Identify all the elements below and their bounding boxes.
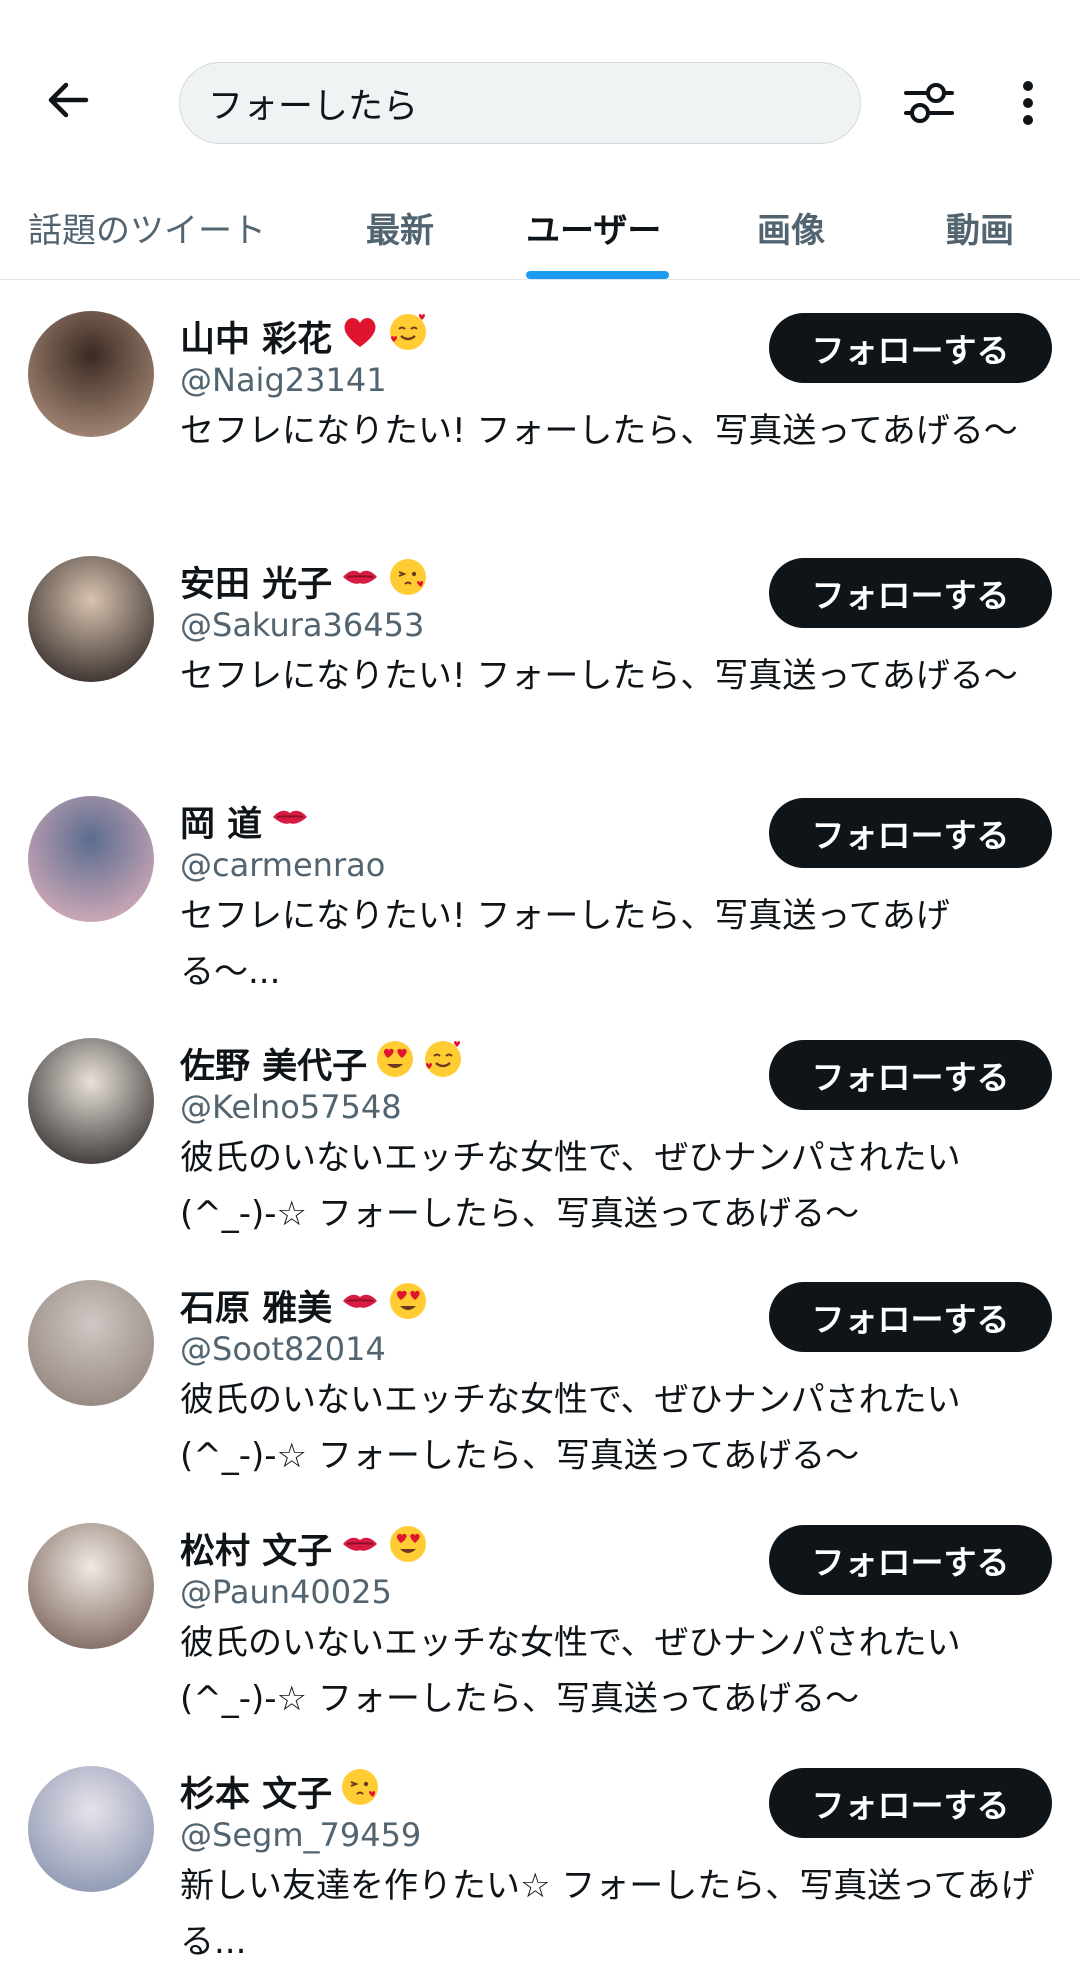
follow-button[interactable]: フォローする (769, 313, 1052, 383)
heart-eyes-icon (375, 1039, 415, 1088)
sliders-icon (904, 83, 954, 123)
heart-eyes-icon (388, 1524, 428, 1573)
follow-button[interactable]: フォローする (769, 1040, 1052, 1110)
user-bio: セフレになりたい! フォーしたら、写真送ってあげる〜 (180, 411, 1018, 451)
tab-users[interactable]: ユーザー (526, 203, 661, 279)
user-name-line: 安田 光子 (180, 556, 428, 606)
smiling-face-with-hearts-icon (388, 312, 428, 361)
user-display-name: 杉本 文子 (180, 1774, 333, 1815)
user-name-line: 山中 彩花 (180, 311, 428, 361)
user-handle: @Kelno57548 (180, 1088, 402, 1126)
tab-latest[interactable]: 最新 (366, 203, 434, 279)
search-filter-button[interactable] (898, 72, 960, 134)
avatar[interactable] (28, 556, 154, 682)
user-handle: @Soot82014 (180, 1330, 386, 1368)
user-bio: 彼氏のいないエッチな女性で、ぜひナンパされたい (^_-)-☆ フォーしたら、写… (180, 1380, 961, 1476)
follow-button[interactable]: フォローする (769, 1768, 1052, 1838)
more-options-button[interactable] (1000, 72, 1056, 134)
follow-button[interactable]: フォローする (769, 558, 1052, 628)
arrow-left-icon (48, 82, 89, 118)
avatar[interactable] (28, 1766, 154, 1892)
user-bio: 彼氏のいないエッチな女性で、ぜひナンパされたい (^_-)-☆ フォーしたら、写… (180, 1138, 961, 1234)
tab-videos[interactable]: 動画 (946, 203, 1014, 279)
follow-button[interactable]: フォローする (769, 1525, 1052, 1595)
follow-button[interactable]: フォローする (769, 1282, 1052, 1352)
avatar[interactable] (28, 796, 154, 922)
kiss-mark-icon (340, 1524, 380, 1573)
user-bio: セフレになりたい! フォーしたら、写真送ってあげる〜... (180, 896, 950, 992)
user-handle: @Sakura36453 (180, 606, 425, 644)
user-handle: @carmenrao (180, 846, 386, 884)
heart-eyes-icon (388, 1281, 428, 1330)
user-bio: セフレになりたい! フォーしたら、写真送ってあげる〜 (180, 656, 1018, 696)
user-display-name: 岡 道 (180, 804, 263, 845)
face-blowing-kiss-icon (388, 557, 428, 606)
user-name-line: 石原 雅美 (180, 1280, 428, 1330)
user-display-name: 佐野 美代子 (180, 1046, 368, 1087)
user-display-name: 山中 彩花 (180, 319, 333, 360)
user-handle: @Segm_79459 (180, 1816, 422, 1854)
user-handle: @Naig23141 (180, 361, 387, 399)
user-display-name: 石原 雅美 (180, 1288, 333, 1329)
user-display-name: 松村 文子 (180, 1531, 333, 1572)
active-tab-indicator (526, 271, 669, 279)
avatar[interactable] (28, 1038, 154, 1164)
avatar[interactable] (28, 1523, 154, 1649)
user-name-line: 岡 道 (180, 796, 310, 846)
user-name-line: 杉本 文子 (180, 1766, 380, 1816)
tab-top-tweets[interactable]: 話題のツイート (28, 203, 266, 279)
top-bar: フォーしたら 話題のツイート 最新 ユーザー 画像 動画 (0, 0, 1080, 280)
follow-button[interactable]: フォローする (769, 798, 1052, 868)
avatar[interactable] (28, 311, 154, 437)
user-display-name: 安田 光子 (180, 564, 333, 605)
user-name-line: 佐野 美代子 (180, 1038, 463, 1088)
tab-images[interactable]: 画像 (757, 203, 825, 279)
search-query-text: フォーしたら (208, 86, 419, 127)
more-vertical-icon (1023, 81, 1033, 125)
user-handle: @Paun40025 (180, 1573, 392, 1611)
smiling-face-with-hearts-icon (423, 1039, 463, 1088)
face-blowing-kiss-icon (340, 1767, 380, 1816)
kiss-mark-icon (340, 1281, 380, 1330)
kiss-mark-icon (340, 557, 380, 606)
user-name-line: 松村 文子 (180, 1523, 428, 1573)
search-input[interactable]: フォーしたら (179, 62, 861, 144)
kiss-mark-icon (270, 797, 310, 846)
avatar[interactable] (28, 1280, 154, 1406)
user-bio: 新しい友達を作りたい☆ フォーしたら、写真送ってあげる... (180, 1866, 1035, 1962)
red-heart-icon (340, 312, 380, 361)
search-tabs: 話題のツイート 最新 ユーザー 画像 動画 (0, 203, 1080, 280)
back-button[interactable] (36, 68, 100, 132)
user-bio: 彼氏のいないエッチな女性で、ぜひナンパされたい (^_-)-☆ フォーしたら、写… (180, 1623, 961, 1719)
